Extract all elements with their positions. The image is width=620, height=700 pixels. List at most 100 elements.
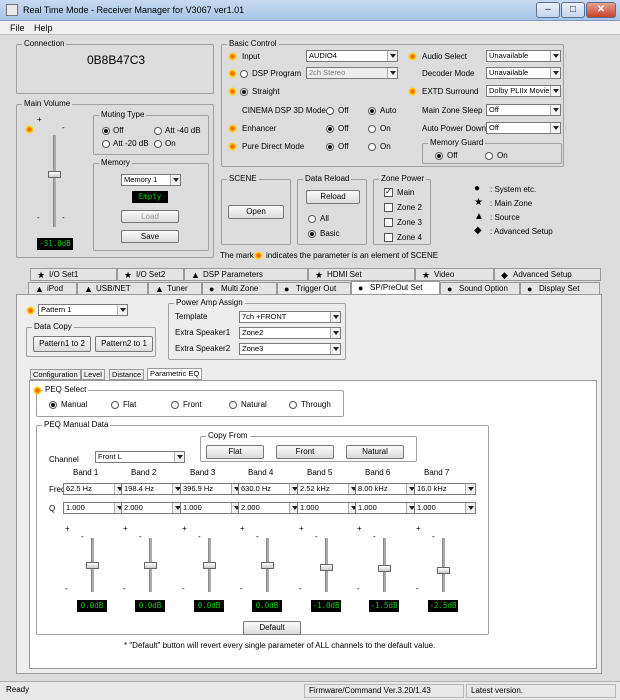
load-button[interactable]: Load	[121, 210, 179, 223]
zone3-checkbox[interactable]	[384, 218, 393, 227]
close-button[interactable]: ✕	[586, 2, 616, 18]
band-3-plus-label: +	[182, 524, 187, 533]
band-6-q-select[interactable]: 1.000	[355, 502, 417, 514]
peq-front-radio[interactable]	[171, 401, 179, 409]
reload-all-radio[interactable]	[308, 215, 316, 223]
band-6-freq-select[interactable]: 8.00 kHz	[355, 483, 417, 495]
subtab-parametric-eq[interactable]: Parametric EQ	[147, 368, 203, 380]
tab-i-o-set1[interactable]: ★ I/O Set1	[30, 268, 117, 281]
subtab-configuration[interactable]: Configuration	[30, 369, 81, 380]
band-5-freq-select[interactable]: 2.52 kHz	[297, 483, 359, 495]
decoder-mode-select[interactable]: Unavailable	[486, 67, 561, 79]
tab-sp-preout-set[interactable]: ● SP/PreOut Set	[351, 281, 440, 295]
band-7-slider-thumb[interactable]	[437, 567, 450, 575]
copy-natural-button[interactable]: Natural	[346, 445, 404, 459]
band-3-tick-top: -	[198, 532, 201, 541]
chevron-down-icon	[330, 344, 340, 354]
band-2-q-select[interactable]: 2.000	[121, 502, 183, 514]
muting-att20-radio[interactable]	[102, 140, 110, 148]
muting-att40-radio[interactable]	[154, 127, 162, 135]
band-5-slider-thumb[interactable]	[320, 564, 333, 572]
tab-i-o-set2[interactable]: ★ I/O Set2	[117, 268, 184, 281]
band-7-q-select[interactable]: 1.000	[414, 502, 476, 514]
pattern1-to-2-button[interactable]: Pattern1 to 2	[33, 336, 91, 352]
band-3-slider-thumb[interactable]	[203, 562, 216, 569]
straight-radio[interactable]	[240, 88, 248, 96]
band-3-q-select[interactable]: 1.000	[180, 502, 242, 514]
band-4-q-value: 2.000	[241, 503, 260, 512]
band-1-slider-thumb[interactable]	[86, 562, 99, 569]
extra-speaker2-select[interactable]: Zone3	[239, 343, 341, 355]
pattern2-to-1-button[interactable]: Pattern2 to 1	[95, 336, 153, 352]
menu-file[interactable]: File	[10, 23, 25, 33]
extd-surround-select[interactable]: Dolby PLIIx Movie	[486, 85, 561, 97]
copy-flat-button[interactable]: Flat	[206, 445, 264, 459]
title-bar[interactable]: Real Time Mode - Receiver Manager for V3…	[0, 0, 620, 21]
peq-through-radio[interactable]	[289, 401, 297, 409]
peq-through-label: Through	[301, 400, 331, 409]
band-1-freq-select[interactable]: 62.5 Hz	[63, 483, 125, 495]
tab-hdmi-set[interactable]: ★ HDMI Set	[308, 268, 415, 281]
chevron-down-icon	[330, 328, 340, 338]
save-button[interactable]: Save	[121, 230, 179, 243]
volume-slider-thumb[interactable]	[48, 170, 61, 178]
pattern-select[interactable]: Pattern 1	[38, 304, 128, 316]
band-5-q-select[interactable]: 1.000	[297, 502, 359, 514]
peq-manual-radio[interactable]	[49, 401, 57, 409]
memory-guard-on-radio[interactable]	[485, 152, 493, 160]
peq-flat-radio[interactable]	[111, 401, 119, 409]
band-7-plus-label: +	[416, 524, 421, 533]
reload-basic-radio[interactable]	[308, 230, 316, 238]
band-3-freq-select[interactable]: 396.9 Hz	[180, 483, 242, 495]
band-7-freq-select[interactable]: 16.0 kHz	[414, 483, 476, 495]
band-1-q-select[interactable]: 1.000	[63, 502, 125, 514]
band-4-freq-select[interactable]: 630.0 Hz	[238, 483, 300, 495]
auto-power-down-select[interactable]: Off	[486, 122, 561, 134]
tab-dsp-parameters[interactable]: ▲ DSP Parameters	[184, 268, 308, 281]
band-4-q-select[interactable]: 2.000	[238, 502, 300, 514]
volume-slider-track[interactable]	[53, 135, 56, 227]
cinema-auto-radio[interactable]	[368, 107, 376, 115]
chevron-down-icon	[387, 68, 397, 78]
input-select[interactable]: AUDIO4	[306, 50, 398, 62]
copy-front-button[interactable]: Front	[276, 445, 334, 459]
memory-select[interactable]: Memory 1	[121, 174, 181, 186]
band-2-freq-select[interactable]: 198.4 Hz	[121, 483, 183, 495]
muting-on-radio[interactable]	[154, 140, 162, 148]
band-4-slider-thumb[interactable]	[261, 562, 274, 569]
maximize-button[interactable]: □	[561, 2, 585, 18]
main-zone-sleep-select[interactable]: Off	[486, 104, 561, 116]
reload-button[interactable]: Reload	[306, 190, 360, 204]
memory-guard-off-radio[interactable]	[435, 152, 443, 160]
peq-natural-radio[interactable]	[229, 401, 237, 409]
dsp-program-radio[interactable]	[240, 70, 248, 78]
channel-select[interactable]: Front L	[95, 451, 185, 463]
zone-main-checkbox[interactable]	[384, 187, 393, 197]
scene-open-button[interactable]: Open	[228, 205, 284, 219]
enhancer-off-radio[interactable]	[326, 125, 334, 133]
zone4-checkbox[interactable]	[384, 233, 393, 242]
menu-help[interactable]: Help	[34, 23, 53, 33]
audio-select-select[interactable]: Unavailable	[486, 50, 561, 62]
muting-off-radio[interactable]	[102, 127, 110, 135]
cinema-off-radio[interactable]	[326, 107, 334, 115]
copy-from-label: Copy From	[206, 431, 250, 441]
tab-video[interactable]: ★ Video	[415, 268, 494, 281]
tab-advanced-setup[interactable]: ◆ Advanced Setup	[494, 268, 601, 281]
pure-off-radio[interactable]	[326, 143, 334, 151]
band-2-slider-thumb[interactable]	[144, 562, 157, 569]
extra-speaker1-select[interactable]: Zone2	[239, 327, 341, 339]
default-button[interactable]: Default	[243, 621, 301, 635]
pure-on-radio[interactable]	[368, 143, 376, 151]
enhancer-on-radio[interactable]	[368, 125, 376, 133]
extra-speaker2-value: Zone3	[242, 344, 264, 353]
dsp-program-select[interactable]: 2ch Stereo	[306, 67, 398, 79]
template-select[interactable]: 7ch +FRONT	[239, 311, 341, 323]
band-6-slider-thumb[interactable]	[378, 565, 391, 573]
band-7-q-value: 1.000	[417, 503, 436, 512]
minimize-button[interactable]: –	[536, 2, 560, 18]
band-7-slider-track[interactable]	[442, 538, 445, 592]
subtab-distance[interactable]: Distance	[109, 369, 145, 380]
zone2-checkbox[interactable]	[384, 203, 393, 212]
subtab-level[interactable]: Level	[81, 369, 105, 380]
